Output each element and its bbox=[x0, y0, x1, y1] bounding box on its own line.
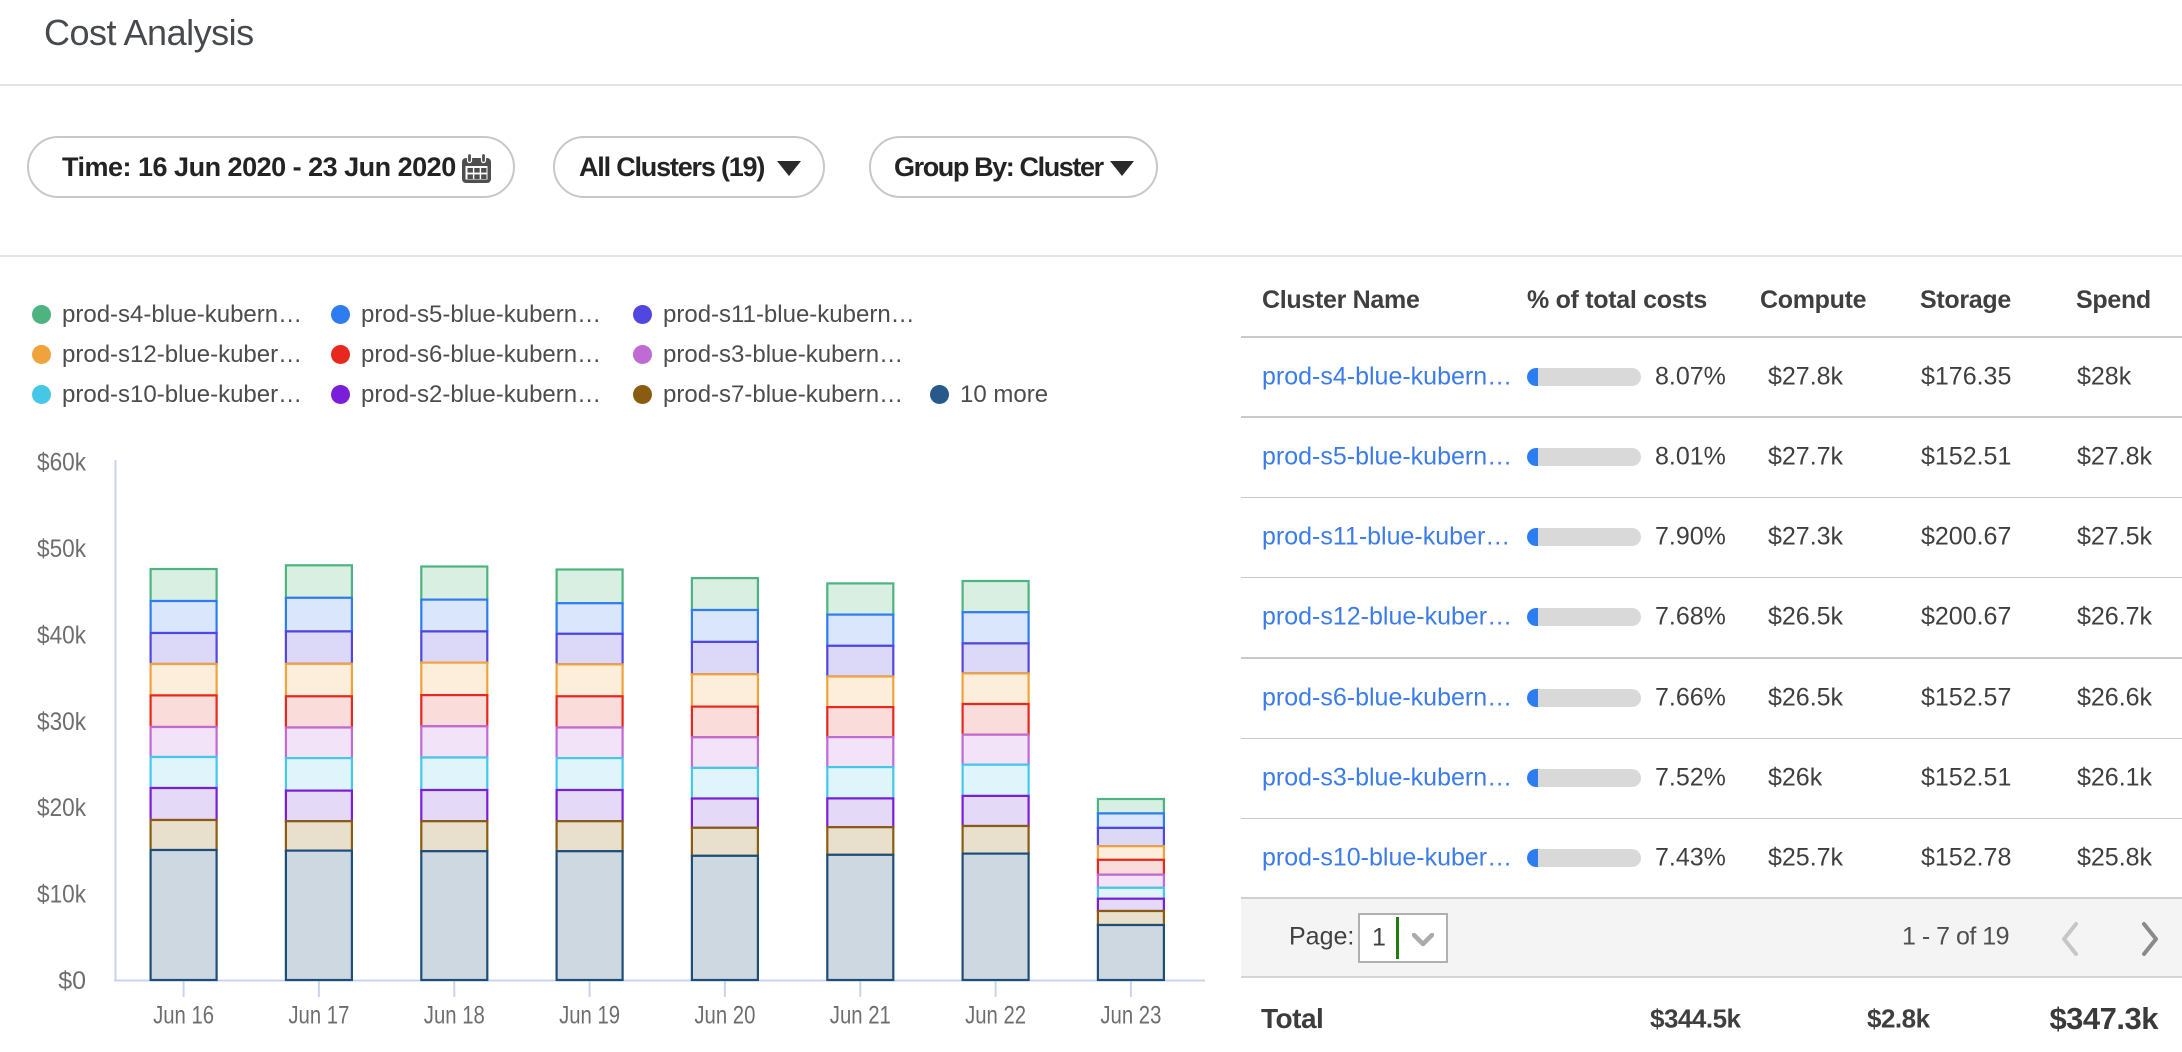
svg-text:$0: $0 bbox=[58, 967, 86, 995]
svg-text:$30k: $30k bbox=[37, 708, 86, 736]
svg-text:Jun 17: Jun 17 bbox=[288, 1002, 349, 1030]
svg-text:Jun 18: Jun 18 bbox=[424, 1002, 485, 1030]
svg-text:Jun 23: Jun 23 bbox=[1100, 1002, 1161, 1030]
svg-text:Jun 22: Jun 22 bbox=[965, 1002, 1026, 1030]
svg-text:Jun 16: Jun 16 bbox=[153, 1002, 214, 1030]
svg-text:Jun 21: Jun 21 bbox=[830, 1002, 891, 1030]
svg-text:$60k: $60k bbox=[37, 449, 86, 477]
svg-text:$20k: $20k bbox=[37, 794, 86, 822]
svg-text:Jun 20: Jun 20 bbox=[694, 1002, 755, 1030]
svg-text:$10k: $10k bbox=[37, 881, 86, 909]
svg-text:$40k: $40k bbox=[37, 621, 86, 649]
svg-text:$50k: $50k bbox=[37, 535, 86, 563]
svg-text:Jun 19: Jun 19 bbox=[559, 1002, 620, 1030]
